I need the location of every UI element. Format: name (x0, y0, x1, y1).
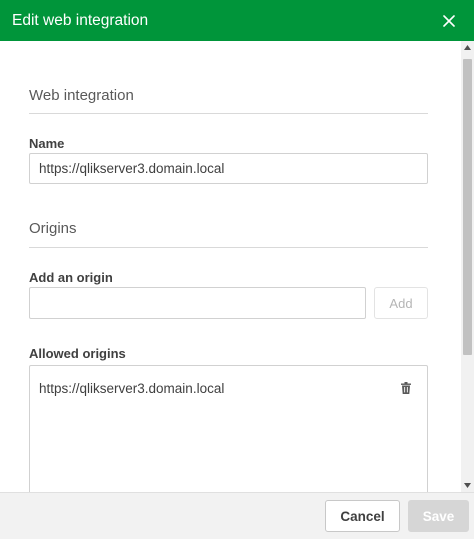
origins-section-title: Origins (29, 220, 77, 237)
name-label: Name (29, 136, 65, 151)
scroll-up-button[interactable] (461, 41, 474, 54)
close-button[interactable] (438, 10, 460, 32)
triangle-up-icon (464, 45, 471, 50)
cancel-button[interactable]: Cancel (325, 500, 400, 532)
origin-url: https://qlikserver3.domain.local (39, 380, 225, 396)
save-button[interactable]: Save (408, 500, 469, 532)
add-origin-label: Add an origin (29, 270, 113, 285)
vertical-scrollbar[interactable] (461, 41, 474, 492)
name-input[interactable] (29, 153, 428, 184)
list-item: https://qlikserver3.domain.local (30, 366, 427, 410)
scroll-thumb[interactable] (463, 59, 472, 355)
close-icon (443, 14, 455, 27)
add-origin-button[interactable]: Add (374, 287, 428, 319)
dialog-header: Edit web integration (0, 0, 474, 41)
allowed-origins-list: https://qlikserver3.domain.local (29, 365, 428, 492)
section-divider (29, 113, 428, 114)
section-divider (29, 247, 428, 248)
trash-icon (401, 382, 411, 394)
web-integration-section-title: Web integration (29, 87, 134, 104)
dialog-title: Edit web integration (12, 11, 149, 29)
delete-origin-button[interactable] (399, 380, 413, 396)
add-origin-input[interactable] (29, 287, 366, 319)
dialog-body: Web integration Name Origins Add an orig… (0, 41, 461, 492)
allowed-origins-label: Allowed origins (29, 346, 126, 361)
triangle-down-icon (464, 483, 471, 488)
scroll-down-button[interactable] (461, 479, 474, 492)
dialog-footer: Cancel Save (0, 492, 474, 539)
